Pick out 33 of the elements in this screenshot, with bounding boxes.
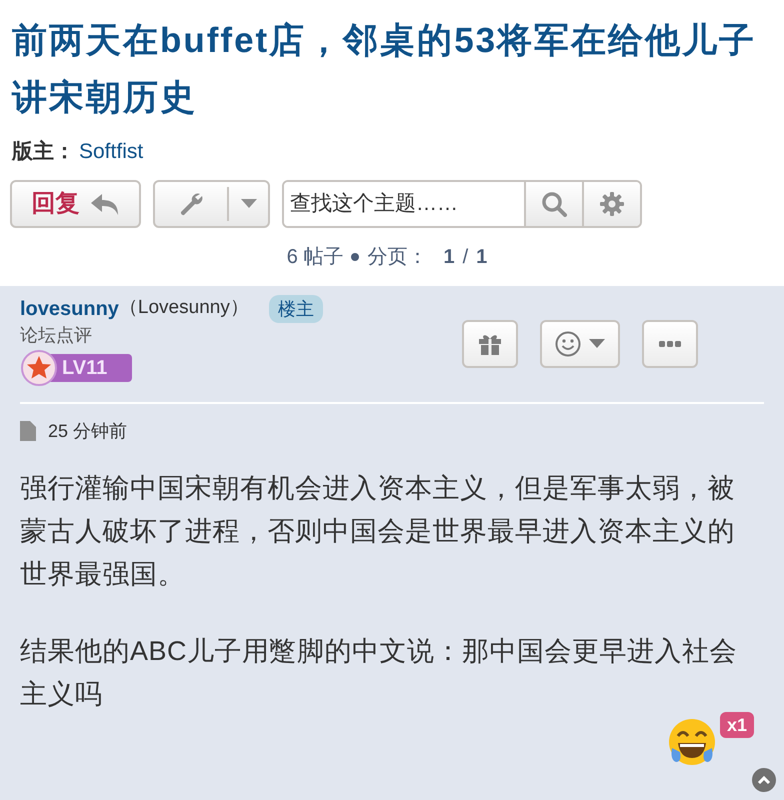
post-paragraph: 结果他的ABC儿子用蹩脚的中文说：那中国会更早进入社会主义吗	[20, 634, 738, 710]
current-page: 1	[443, 244, 455, 270]
caret-icon	[240, 199, 256, 208]
post-paragraph: 强行灌输中国宋朝有机会进入资本主义，但是军事太弱，被蒙古人破坏了进程，否则中国会是世界最早进入资本主义的世界最强国。	[20, 472, 736, 590]
bullet-icon	[351, 252, 360, 260]
author-badge: 楼主	[268, 294, 323, 322]
reply-arrow-icon	[90, 192, 120, 216]
tools-button[interactable]	[153, 180, 270, 228]
total-pages[interactable]: 1	[476, 242, 488, 272]
post-time: 25 分钟前	[48, 420, 128, 442]
wrench-icon	[178, 190, 204, 216]
document-icon	[20, 421, 36, 441]
ellipsis-icon	[659, 340, 681, 346]
moderator-label: 版主：	[12, 138, 75, 165]
author-rank: 论坛点评	[20, 324, 93, 346]
moderator-link[interactable]: Softfist	[79, 136, 144, 168]
smiley-icon	[555, 330, 581, 356]
search-field[interactable]: 查找这个主题……	[282, 180, 642, 228]
scroll-top-button[interactable]	[752, 768, 776, 792]
topic-title[interactable]: 前两天在buffet店，邻桌的53将军在给他儿子讲宋朝历史	[12, 12, 772, 126]
more-button[interactable]	[642, 320, 698, 368]
author-link[interactable]: lovesunny	[20, 294, 119, 324]
gift-button[interactable]	[462, 320, 518, 368]
post-count: 6 帖子	[286, 244, 344, 270]
gift-icon	[478, 332, 502, 354]
caret-icon	[589, 339, 605, 348]
reaction-button[interactable]	[540, 320, 620, 368]
display-name: （Lovesunny）	[118, 296, 249, 318]
page-separator: /	[462, 244, 468, 270]
pages-label: 分页：	[367, 244, 428, 270]
reaction-count: x1	[720, 712, 754, 738]
chevron-up-icon	[757, 774, 771, 784]
reply-button[interactable]: 回复	[10, 180, 141, 228]
